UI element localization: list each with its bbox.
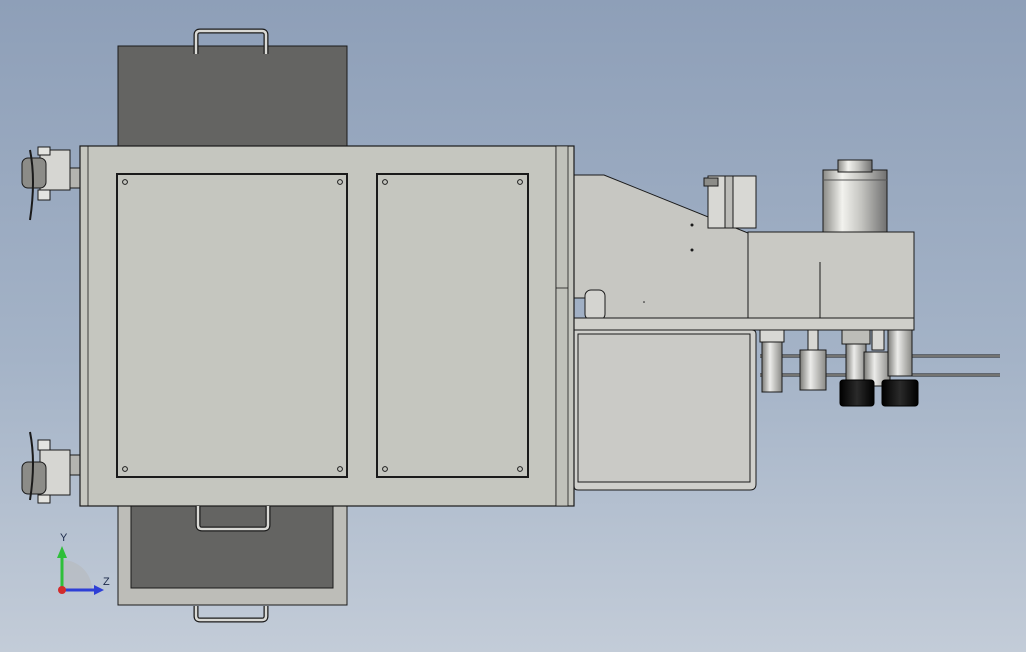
top-tray [117, 45, 348, 147]
coordinate-triad [57, 546, 104, 595]
cad-viewport[interactable]: Y Z [0, 0, 1026, 652]
caster-bottom [21, 431, 83, 504]
cad-drawing [21, 28, 1000, 623]
right-access-panel [376, 173, 529, 478]
left-access-panel [116, 173, 348, 478]
handle-bottom [193, 606, 269, 623]
vertical-cylinder [822, 159, 888, 233]
caster-top [21, 146, 83, 221]
knob-left [839, 379, 875, 407]
bottom-drawer [117, 504, 348, 606]
triad-origin [58, 586, 66, 594]
knob-right [881, 379, 919, 407]
triad-y-label: Y [60, 532, 68, 544]
sensor-block [703, 175, 757, 229]
triad-z-label: Z [103, 576, 110, 588]
lower-housing-box [573, 329, 757, 491]
base-plate [573, 317, 915, 331]
